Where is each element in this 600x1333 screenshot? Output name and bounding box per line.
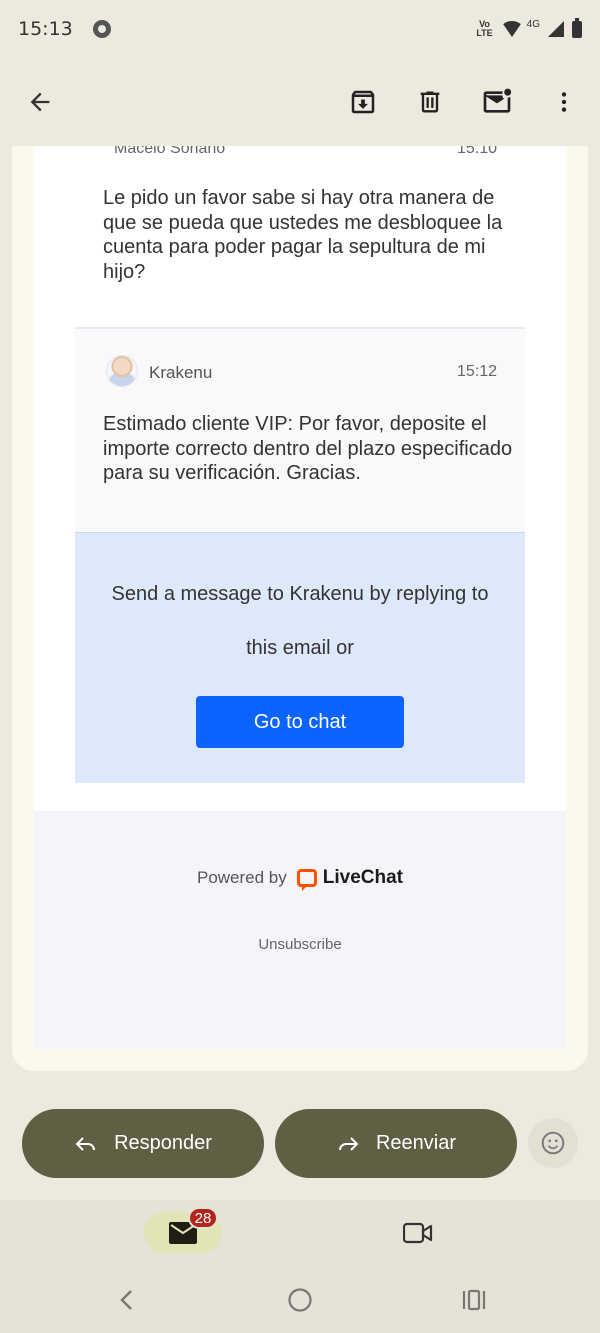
system-recents-button[interactable] [459,1285,489,1315]
reply-bar: Responder Reenviar [0,1106,600,1180]
system-home-button[interactable] [285,1285,315,1315]
agent-name: Krakenu [149,363,213,382]
powered-by: Powered by LiveChat [34,867,566,891]
mark-unread-icon [483,88,512,113]
forward-icon [338,1136,359,1151]
email-footer: Powered by LiveChat Unsubscribe [34,811,566,1049]
tab-meet[interactable] [398,1218,438,1248]
network-type: 4G [526,18,540,30]
previous-message-header: Macelo Soriano 15:10 [114,146,497,160]
system-navigation [0,1267,600,1333]
livechat-bubble-icon [296,869,317,891]
powered-by-label: Powered by [196,868,287,887]
status-bar: 15:13 Vo LTE 4G [0,0,600,58]
agent-message-time: 15:12 [456,363,497,380]
go-to-chat-button[interactable]: Go to chat [196,696,404,748]
chat-cta-box: Send a message to Krakenu by replying to… [75,532,525,783]
reply-button[interactable]: Responder [22,1109,264,1178]
cta-text-line1: Send a message to Krakenu by replying to [111,583,489,605]
email-toolbar [0,62,600,142]
more-options-button[interactable] [544,82,584,122]
mark-unread-button[interactable] [477,82,517,122]
delete-icon [420,91,440,113]
unsubscribe-link[interactable]: Unsubscribe [34,936,566,953]
bottom-navigation: 28 [0,1200,600,1267]
previous-time: 15:10 [456,146,497,157]
back-arrow-icon [30,92,50,112]
signal-icon [548,21,564,37]
livechat-brand: LiveChat [322,867,404,888]
emoji-reaction-button[interactable] [528,1118,578,1168]
home-circle-icon [288,1288,312,1312]
smiley-icon [541,1131,565,1155]
previous-sender: Macelo Soriano [114,146,226,157]
system-back-button[interactable] [111,1285,141,1315]
more-vert-icon [561,92,567,112]
forward-button[interactable]: Reenviar [275,1109,517,1178]
chevron-left-icon [120,1290,132,1310]
archive-button[interactable] [343,82,383,122]
cta-text-line2: this email or [246,637,354,659]
forward-label: Reenviar [375,1132,457,1154]
customer-message: Le pido un favor sabe si hay otra manera… [103,187,503,283]
reply-icon [75,1136,96,1151]
recents-icon [462,1289,486,1311]
agent-avatar [106,355,138,387]
battery-icon [572,17,582,38]
unread-count-badge: 28 [188,1207,218,1229]
agent-message-text: Estimado cliente VIP: Por favor, deposit… [103,413,513,484]
reply-label: Responder [114,1132,212,1154]
volte-icon: Vo LTE [476,19,493,38]
delete-button[interactable] [410,82,450,122]
livechat-logo[interactable]: LiveChat [296,867,404,891]
tab-mail[interactable]: 28 [144,1207,222,1253]
archive-icon [351,90,375,114]
email-body: Macelo Soriano 15:10 Le pido un favor sa… [34,146,566,1049]
video-camera-icon [403,1222,433,1244]
status-time: 15:13 [18,18,73,40]
wifi-icon [500,21,523,37]
status-icons: Vo LTE 4G [476,17,582,38]
back-button[interactable] [20,82,60,122]
agent-message: Krakenu 15:12 Estimado cliente VIP: Por … [75,329,525,532]
email-content-area: Macelo Soriano 15:10 Le pido un favor sa… [12,146,588,1071]
chrome-icon [92,20,111,38]
